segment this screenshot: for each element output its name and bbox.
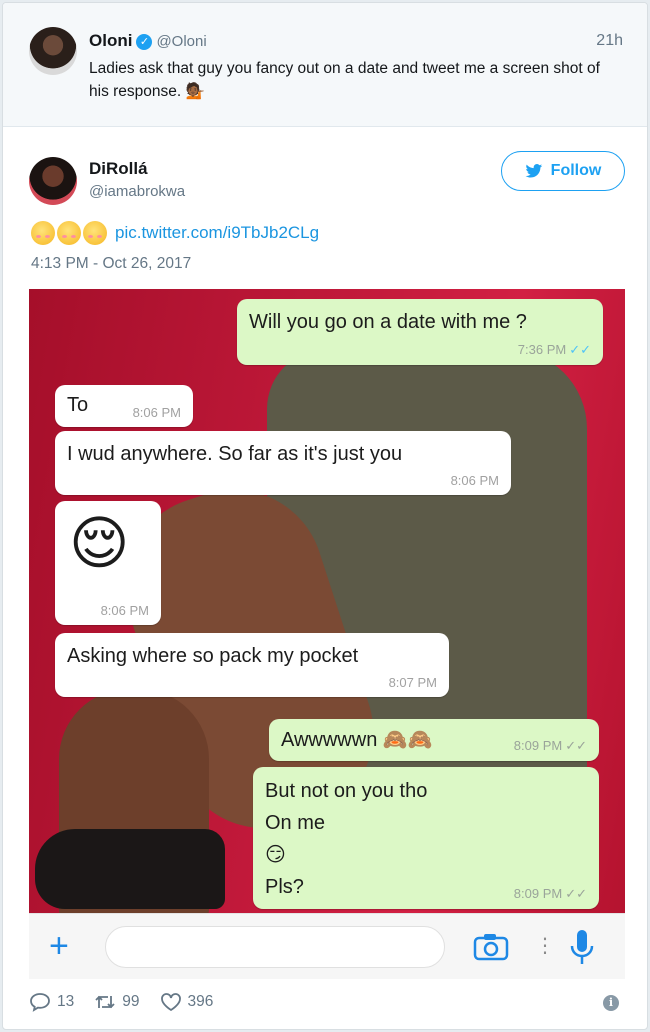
incoming-message: To 8:06 PM xyxy=(55,385,193,427)
tweet-actions: 13 99 396 xyxy=(29,987,213,1017)
tweet-photo[interactable]: Will you go on a date with me ? 7:36 PM ✓… xyxy=(29,289,625,913)
avatar[interactable] xyxy=(29,157,77,205)
message-time: 8:09 PM ✓✓ xyxy=(513,738,587,753)
info-icon[interactable]: i xyxy=(603,995,619,1011)
heart-icon xyxy=(160,993,181,1012)
like-count: 396 xyxy=(187,993,214,1010)
smiling-face-icon xyxy=(31,221,55,245)
outgoing-message: Will you go on a date with me ? 7:36 PM ✓… xyxy=(237,299,603,365)
message-text: Will you go on a date with me ? xyxy=(249,311,527,333)
incoming-message: I wud anywhere. So far as it's just you … xyxy=(55,431,511,495)
message-text: Asking where so pack my pocket xyxy=(67,645,359,667)
retweet-button[interactable]: 99 xyxy=(94,992,140,1012)
twitter-bird-icon xyxy=(525,164,542,178)
outgoing-message: Awwwwwn 🙈🙈 8:09 PM ✓✓ xyxy=(269,719,599,761)
message-time: 8:06 PM xyxy=(100,603,149,618)
retweet-icon xyxy=(95,995,115,1009)
incoming-message: Asking where so pack my pocket 8:07 PM xyxy=(55,633,449,697)
reply-count: 13 xyxy=(57,993,75,1010)
tweet-time[interactable]: 21h xyxy=(596,32,623,50)
message-time: 8:06 PM xyxy=(450,473,499,488)
read-ticks-icon: ✓✓ xyxy=(569,342,591,357)
smiling-face-icon xyxy=(83,221,107,245)
microphone-icon[interactable] xyxy=(569,928,595,966)
message-time: 8:07 PM xyxy=(388,675,437,690)
incoming-message: 😌 8:06 PM xyxy=(55,501,161,625)
verified-badge-icon: ✓ xyxy=(136,34,153,50)
reply-button[interactable]: 13 xyxy=(29,992,74,1012)
author-handle[interactable]: @Oloni xyxy=(156,33,206,50)
tweet-card: Oloni ✓ @Oloni 21h Ladies ask that guy you… xyxy=(2,2,648,1030)
follow-button[interactable]: Follow xyxy=(501,151,625,191)
tweet-date[interactable]: 4:13 PM - Oct 26, 2017 xyxy=(31,255,191,273)
smiling-face-icon xyxy=(57,221,81,245)
avatar[interactable] xyxy=(29,27,77,75)
retweet-count: 99 xyxy=(122,993,140,1010)
smirking-face-icon: 😏 xyxy=(265,844,286,866)
camera-icon[interactable] xyxy=(473,933,509,961)
message-text: Awwwwwn 🙈🙈 xyxy=(281,729,433,751)
message-time: 8:06 PM xyxy=(132,405,181,420)
message-text: I wud anywhere. So far as it's just you xyxy=(67,443,403,465)
delivered-ticks-icon: ✓✓ xyxy=(565,738,587,753)
message-text: But not on you tho On me 😏 Pls? xyxy=(265,780,428,898)
quoted-tweet[interactable]: Oloni ✓ @Oloni 21h Ladies ask that guy you… xyxy=(3,3,647,127)
author-name[interactable]: DiRollá xyxy=(89,159,148,179)
plus-icon[interactable]: + xyxy=(49,929,69,963)
author-handle[interactable]: @iamabrokwa xyxy=(89,183,185,200)
delivered-ticks-icon: ✓✓ xyxy=(565,886,587,901)
chat-composer: + ⋮ xyxy=(29,913,625,979)
outgoing-message: But not on you tho On me 😏 Pls? 8:09 PM ✓… xyxy=(253,767,599,909)
tweet-text: pic.twitter.com/i9TbJb2CLg xyxy=(31,221,319,245)
tweet-text: Ladies ask that guy you fancy out on a d… xyxy=(89,60,600,100)
background-figure xyxy=(35,829,225,909)
follow-label: Follow xyxy=(550,162,602,179)
author-line: Oloni ✓ @Oloni xyxy=(89,31,207,51)
like-button[interactable]: 396 xyxy=(160,992,214,1012)
pic-link[interactable]: pic.twitter.com/i9TbJb2CLg xyxy=(115,223,319,243)
message-input[interactable] xyxy=(105,926,445,968)
reply-icon xyxy=(30,993,50,1012)
message-time: 7:36 PM ✓✓ xyxy=(517,342,591,357)
author-name[interactable]: Oloni xyxy=(89,31,132,50)
message-text: To xyxy=(67,394,89,416)
more-icon[interactable]: ⋮ xyxy=(535,932,555,960)
message-time: 8:09 PM ✓✓ xyxy=(513,886,587,901)
relieved-face-icon: 😌 xyxy=(69,511,130,576)
